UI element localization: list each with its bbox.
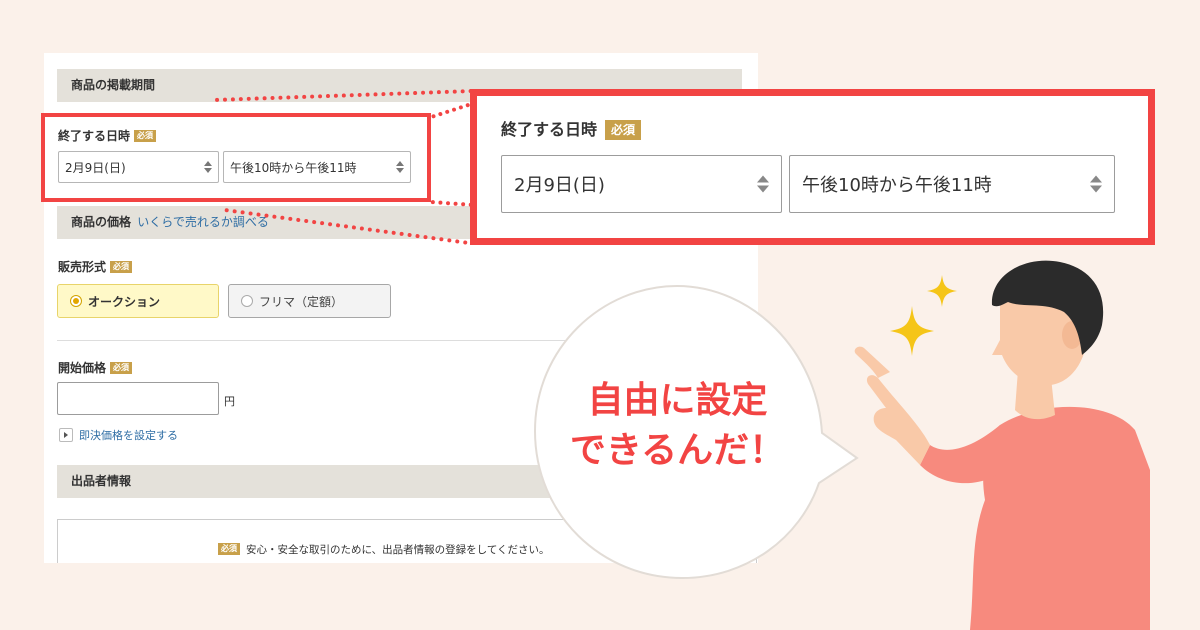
sale-format-label-text: 販売形式 <box>58 260 107 274</box>
sale-format-label: 販売形式 必須 <box>58 259 133 275</box>
start-price-input[interactable] <box>57 382 219 415</box>
speech-bubble-line-1: 自由に設定 <box>587 380 768 421</box>
zoom-end-datetime-label-text: 終了する日時 <box>501 120 598 139</box>
radio-auction[interactable]: オークション <box>57 284 219 318</box>
man-pointing-illustration <box>854 260 1150 630</box>
radio-checked-icon <box>70 295 82 307</box>
zoom-end-date-select[interactable]: 2月9日(日) <box>501 155 782 213</box>
zoom-end-date-value: 2月9日(日) <box>514 175 605 196</box>
seller-notice-text: 安心・安全な取引のために、出品者情報の登録をしてください。 <box>246 544 550 556</box>
radio-auction-label: オークション <box>88 294 161 309</box>
price-research-link[interactable]: いくらで売れるか調べる <box>137 215 269 229</box>
radio-fixed-price-label: フリマ（定額） <box>259 294 344 309</box>
required-badge: 必須 <box>110 261 133 273</box>
buy-now-price-link[interactable]: 即決価格を設定する <box>59 427 178 443</box>
zoom-end-time-select[interactable]: 午後10時から午後11時 <box>789 155 1115 213</box>
section-title-seller: 出品者情報 <box>71 474 132 488</box>
required-badge: 必須 <box>218 543 240 555</box>
zoom-end-time-value: 午後10時から午後11時 <box>802 175 992 196</box>
highlight-frame <box>41 113 431 202</box>
speech-bubble-line-2: できるんだ！ <box>569 430 786 471</box>
currency-unit: 円 <box>224 395 235 408</box>
radio-unchecked-icon <box>241 295 253 307</box>
expand-triangle-icon <box>59 428 73 442</box>
required-badge: 必須 <box>110 362 133 374</box>
radio-fixed-price[interactable]: フリマ（定額） <box>228 284 391 318</box>
start-price-label: 開始価格 必須 <box>58 360 133 376</box>
zoomed-datetime-card: 終了する日時 必須 2月9日(日) 午後10時から午後11時 <box>470 89 1155 245</box>
speech-bubble-text: 自由に設定 できるんだ！ <box>560 376 795 476</box>
select-arrows-icon <box>1090 175 1102 193</box>
buy-now-price-link-text: 即決価格を設定する <box>79 429 178 442</box>
required-badge: 必須 <box>605 120 642 140</box>
start-price-label-text: 開始価格 <box>58 361 107 375</box>
select-arrows-icon <box>757 175 769 193</box>
zoom-end-datetime-label: 終了する日時 必須 <box>501 120 642 140</box>
seller-notice: 必須 安心・安全な取引のために、出品者情報の登録をしてください。 <box>218 542 550 557</box>
section-title-price: 商品の価格 <box>71 215 132 229</box>
section-title-listing-period: 商品の掲載期間 <box>71 78 156 92</box>
